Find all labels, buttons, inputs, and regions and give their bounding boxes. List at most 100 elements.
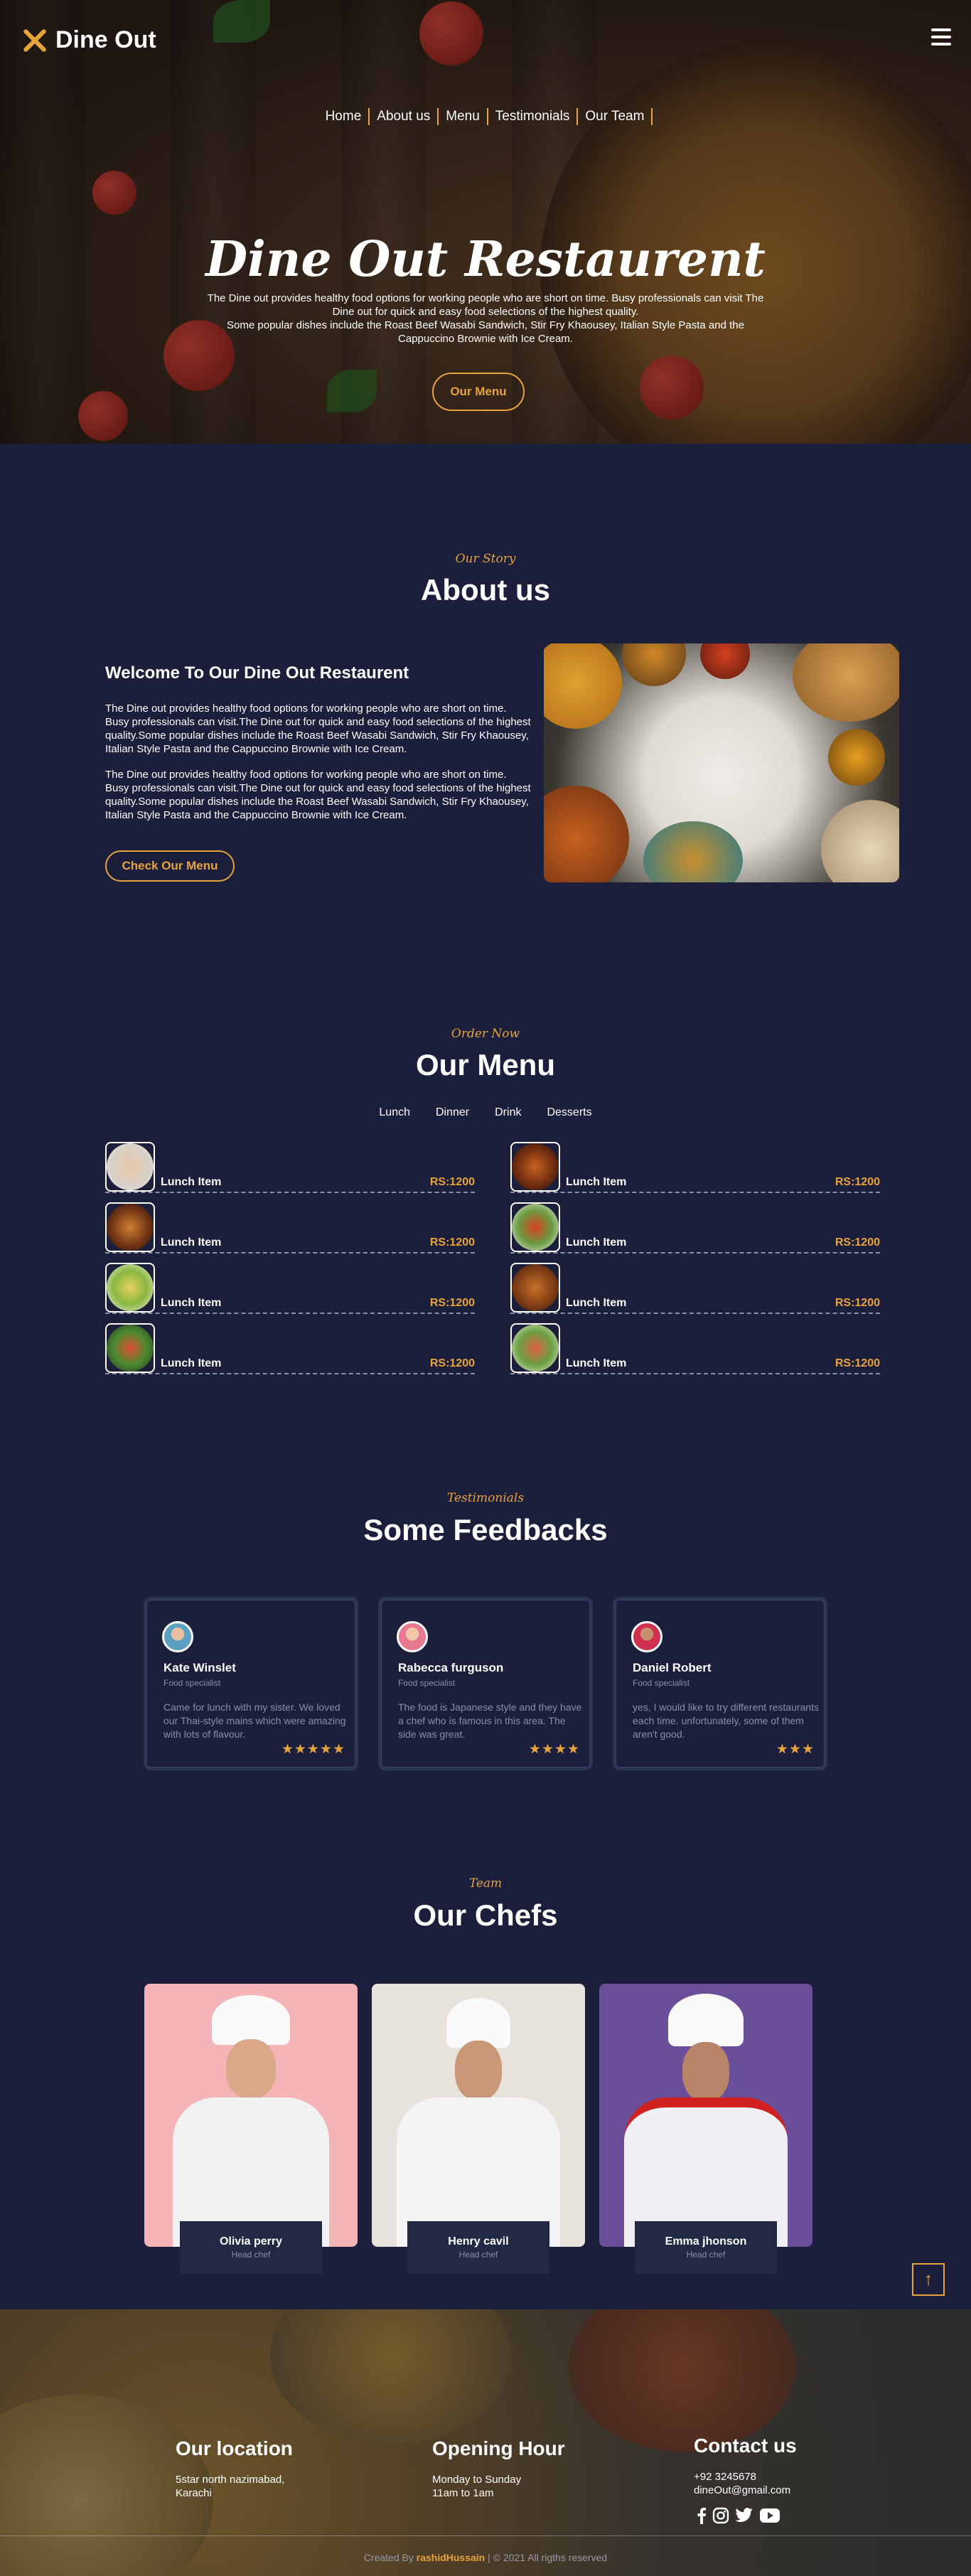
menu-subtitle: Order Now [451,1027,520,1041]
testimonials-title: Some Feedbacks [363,1513,608,1546]
contact-phone[interactable]: +92 3245678 [694,2470,790,2484]
menu-item-price: RS:1200 [835,1236,880,1249]
main-nav: Home About us Menu Testimonials Our Team [0,108,971,125]
reviewer-name: Kate Winslet [163,1661,236,1674]
tab-dinner[interactable]: Dinner [436,1106,469,1119]
nav-testimonials[interactable]: Testimonials [488,108,579,125]
testimonial-card: Rabecca furguson Food specialist The foo… [378,1597,593,1770]
review-text: yes, I would like to try different resta… [633,1701,819,1740]
hours-time: 11am to 1am [432,2487,494,2499]
fork-knife-icon [20,26,48,54]
nav-about[interactable]: About us [370,108,439,125]
avatar [631,1621,662,1652]
hours-days: Monday to Sunday [432,2474,522,2486]
menu-item-name: Lunch Item [566,1357,627,1369]
menu-item[interactable]: Lunch Item RS:1200 [510,1263,880,1314]
hamburger-menu-icon[interactable] [931,28,951,46]
about-paragraph-1: The Dine out provides healthy food optio… [105,702,531,755]
tab-drink[interactable]: Drink [495,1106,521,1119]
copyright: Created By rashidHussain | © 2021 All ri… [0,2552,971,2563]
author-link[interactable]: rashidHussain [417,2552,485,2563]
hero-title: Dine Out Restaurent [205,231,766,288]
chef-label: Henry cavil Head chef [407,2221,549,2274]
avatar [162,1621,193,1652]
chef-name: Henry cavil [448,2235,509,2248]
contact-info: +92 3245678 dineOut@gmail.com [694,2470,790,2497]
menu-tabs: Lunch Dinner Drink Desserts [0,1106,971,1119]
menu-item-name: Lunch Item [161,1236,222,1249]
food-thumbnail [510,1263,560,1313]
testimonial-card: Kate Winslet Food specialist Came for lu… [144,1597,358,1770]
hero-description: The Dine out provides healthy food optio… [201,292,770,346]
menu-item-name: Lunch Item [161,1297,222,1309]
contact-email[interactable]: dineOut@gmail.com [694,2484,790,2497]
brand-name: Dine Out [55,26,156,53]
location-line2: Karachi [176,2487,212,2499]
reviewer-role: Food specialist [398,1678,456,1688]
menu-item-name: Lunch Item [566,1176,627,1188]
hours-title: Opening Hour [432,2437,565,2459]
about-title: About us [421,573,550,606]
menu-item-price: RS:1200 [835,1297,880,1309]
food-thumbnail [510,1142,560,1192]
menu-item[interactable]: Lunch Item RS:1200 [105,1202,475,1254]
hero-description-line1: The Dine out provides healthy food optio… [207,292,764,318]
star-rating-icon: ★★★ [776,1742,815,1757]
reviewer-name: Rabecca furguson [398,1661,504,1674]
chef-photo [599,1984,812,2247]
hero-description-line2: Some popular dishes include the Roast Be… [227,319,744,345]
menu-item[interactable]: Lunch Item RS:1200 [510,1202,880,1254]
team-title: Our Chefs [413,1898,558,1932]
chef-role: Head chef [231,2250,271,2260]
reviewer-role: Food specialist [633,1678,690,1688]
about-paragraph-2: The Dine out provides healthy food optio… [105,769,531,821]
testimonials-subtitle: Testimonials [446,1491,525,1505]
food-thumbnail [510,1202,560,1252]
copyright-prefix: Created By [363,2552,417,2563]
nav-home[interactable]: Home [318,108,370,125]
location-address: 5star north nazimabad, Karachi [176,2473,284,2500]
menu-item[interactable]: Lunch Item RS:1200 [510,1142,880,1193]
team-subtitle: Team [468,1876,503,1891]
menu-item-price: RS:1200 [835,1357,880,1369]
tab-desserts[interactable]: Desserts [547,1106,591,1119]
menu-item[interactable]: Lunch Item RS:1200 [510,1323,880,1374]
opening-hours: Monday to Sunday 11am to 1am [432,2473,521,2500]
chef-name: Olivia perry [219,2235,283,2248]
brand-logo[interactable]: Dine Out [20,26,156,54]
food-thumbnail [510,1323,560,1373]
avatar [397,1621,428,1652]
facebook-icon[interactable] [697,2507,707,2524]
star-rating-icon: ★★★★ [528,1742,580,1757]
menu-title: Our Menu [416,1048,555,1081]
menu-item[interactable]: Lunch Item RS:1200 [105,1323,475,1374]
scroll-to-top-icon[interactable]: ↑ [912,2263,945,2296]
nav-menu[interactable]: Menu [439,108,488,125]
menu-item-price: RS:1200 [835,1176,880,1188]
tab-lunch[interactable]: Lunch [379,1106,410,1119]
about-subtitle: Our Story [455,552,516,566]
testimonial-card: Daniel Robert Food specialist yes, I wou… [613,1597,827,1770]
review-text: Came for lunch with my sister. We loved … [163,1701,346,1740]
location-title: Our location [176,2437,293,2459]
our-menu-button[interactable]: Our Menu [432,373,525,411]
menu-item-price: RS:1200 [429,1297,475,1309]
youtube-icon[interactable] [759,2508,780,2523]
menu-item-name: Lunch Item [161,1176,222,1188]
menu-item-name: Lunch Item [161,1357,222,1369]
twitter-icon[interactable] [735,2508,753,2523]
chef-photo [372,1984,585,2247]
food-thumbnail [105,1323,155,1373]
star-rating-icon: ★★★★★ [281,1742,345,1757]
contact-title: Contact us [694,2435,797,2457]
instagram-icon[interactable] [712,2507,729,2524]
menu-item[interactable]: Lunch Item RS:1200 [105,1142,475,1193]
check-menu-button[interactable]: Check Our Menu [105,850,235,882]
chef-role: Head chef [686,2250,726,2260]
spices-dishes-image [544,643,899,882]
menu-item[interactable]: Lunch Item RS:1200 [105,1263,475,1314]
nav-team[interactable]: Our Team [578,108,653,125]
chef-role: Head chef [458,2250,498,2260]
chef-label: Olivia perry Head chef [180,2221,322,2274]
chef-name: Emma jhonson [665,2235,747,2248]
